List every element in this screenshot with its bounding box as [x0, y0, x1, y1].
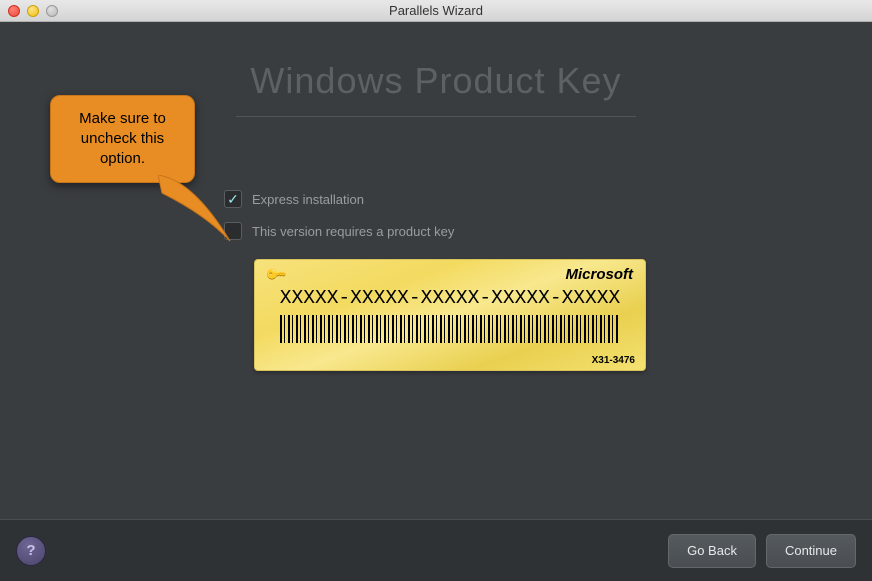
key-icon: 🔑	[264, 262, 288, 286]
express-install-label: Express installation	[252, 192, 364, 207]
titlebar: Parallels Wizard	[0, 0, 872, 22]
card-header: 🔑 Microsoft	[267, 266, 633, 283]
go-back-button[interactable]: Go Back	[668, 534, 756, 568]
express-install-row[interactable]: ✓ Express installation	[224, 187, 872, 211]
barcode-icon	[280, 315, 620, 343]
callout-text: Make sure to uncheck this option.	[59, 109, 186, 170]
continue-label: Continue	[785, 543, 837, 558]
requires-key-label: This version requires a product key	[252, 224, 454, 239]
continue-button[interactable]: Continue	[766, 534, 856, 568]
callout-annotation: Make sure to uncheck this option.	[50, 95, 195, 183]
title-divider	[236, 116, 636, 117]
go-back-label: Go Back	[687, 543, 737, 558]
help-button[interactable]: ?	[16, 536, 46, 566]
help-icon: ?	[26, 542, 35, 559]
requires-key-row[interactable]: This version requires a product key	[224, 219, 872, 243]
serial-number: X31-3476	[592, 355, 635, 366]
product-key-value: XXXXX-XXXXX-XXXXX-XXXXX-XXXXX	[262, 287, 639, 309]
microsoft-logo: Microsoft	[566, 266, 634, 283]
wizard-footer: ? Go Back Continue	[0, 519, 872, 581]
window-title: Parallels Wizard	[0, 3, 872, 18]
product-key-card: 🔑 Microsoft XXXXX-XXXXX-XXXXX-XXXXX-XXXX…	[254, 259, 646, 371]
